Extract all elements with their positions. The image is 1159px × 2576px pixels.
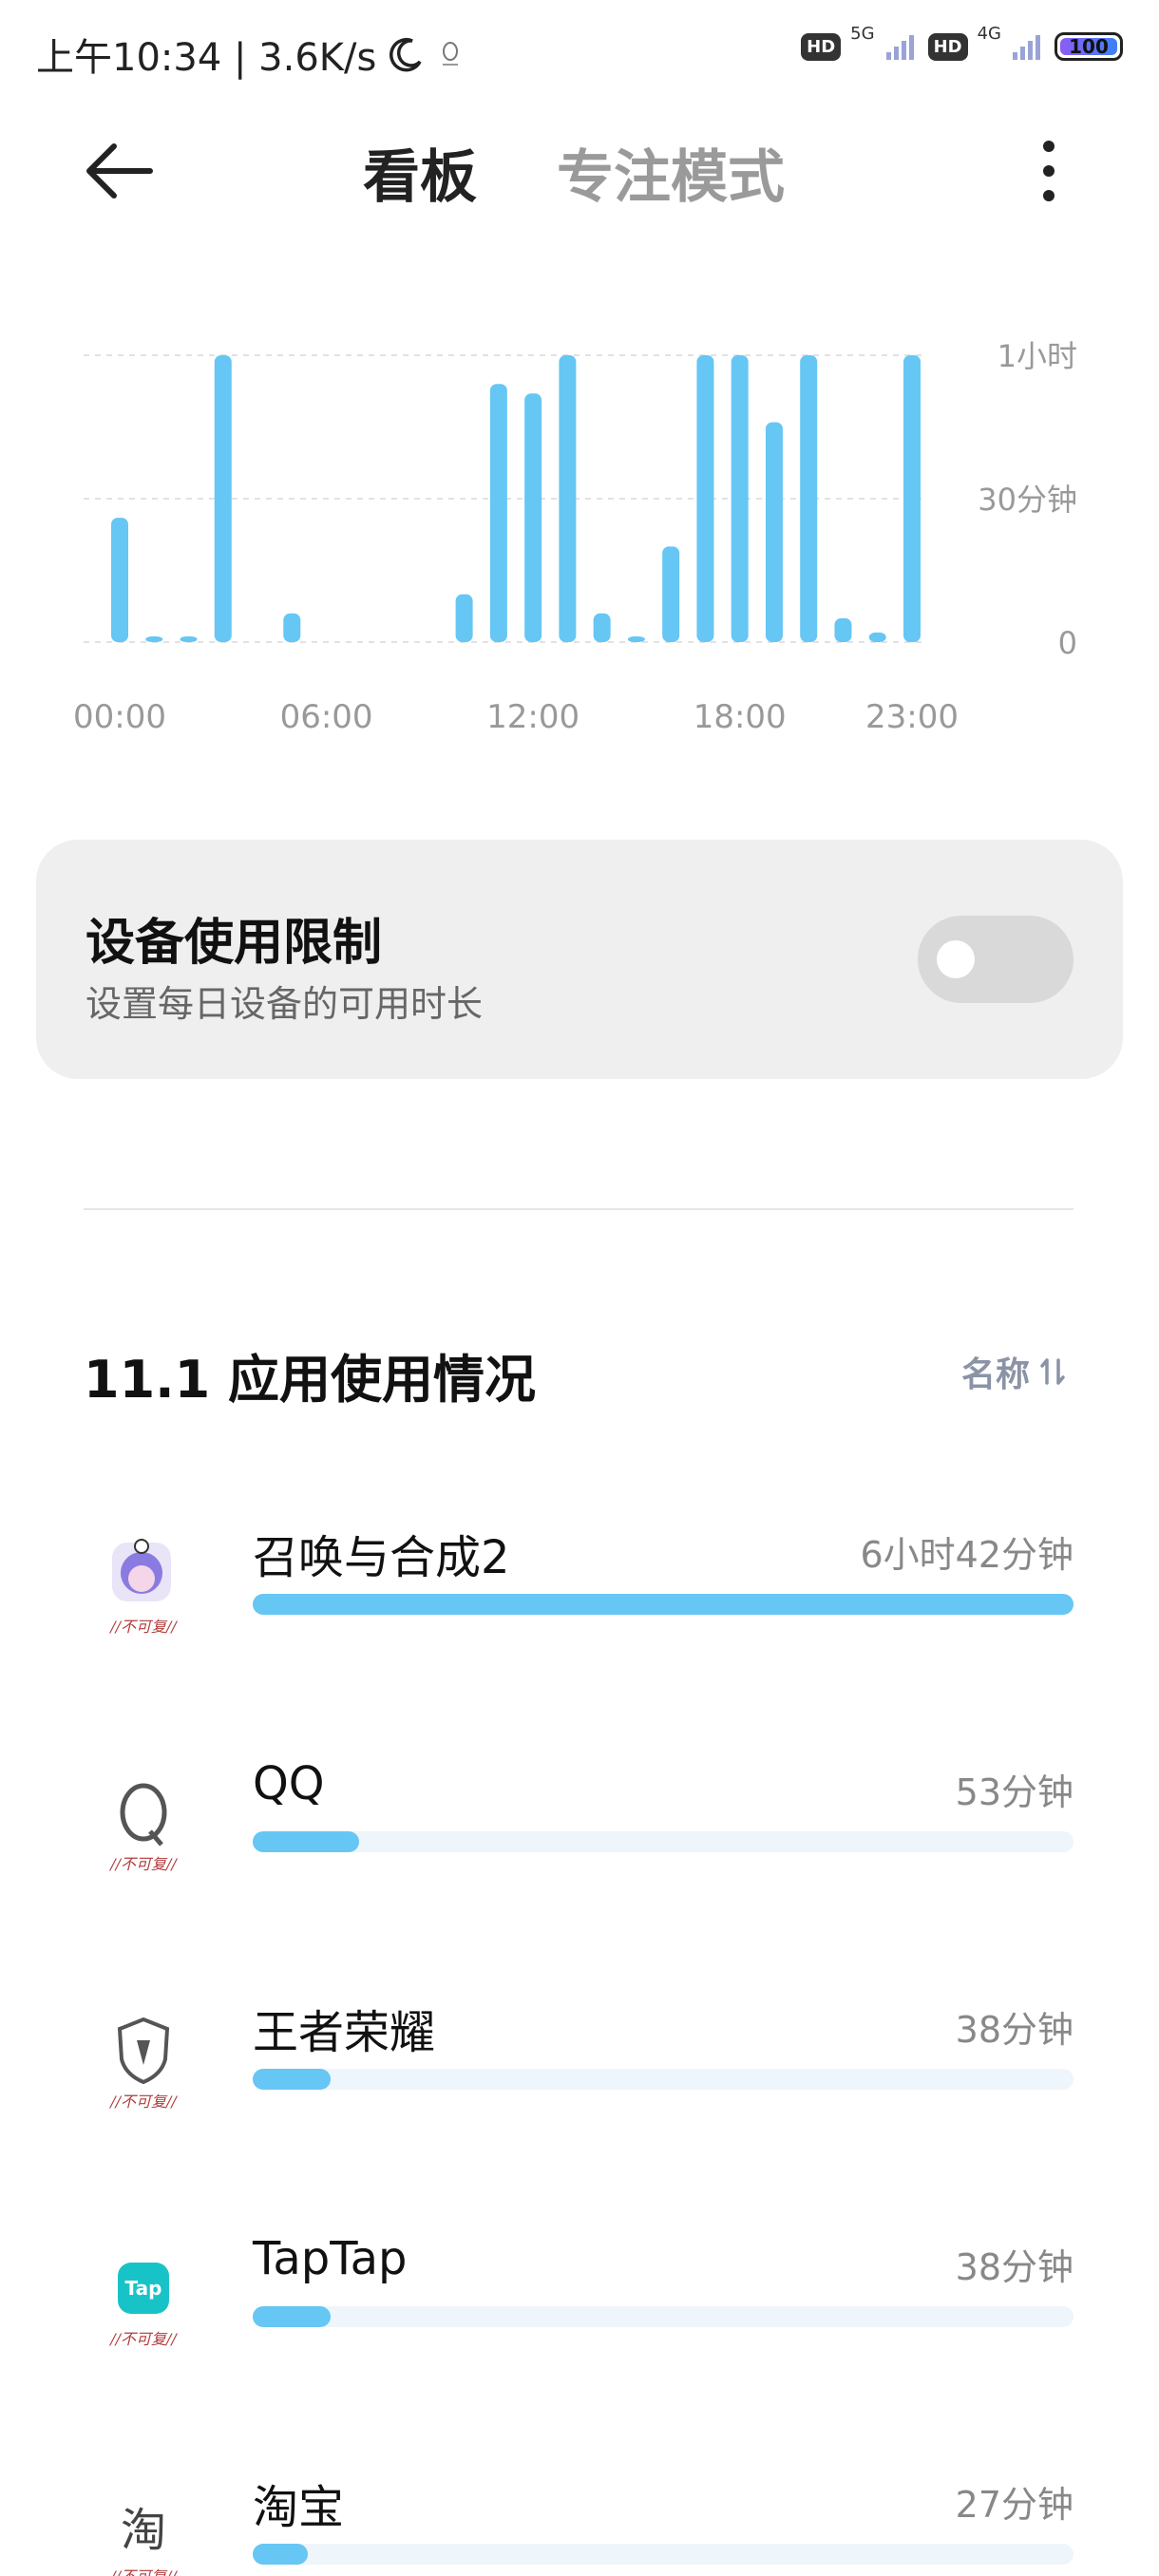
more-vertical-icon[interactable]	[1030, 137, 1068, 205]
honor-of-kings-app-icon: //不可复//	[108, 2017, 178, 2111]
app-time: 53分钟	[955, 1771, 1074, 1813]
y-tick-label: 30分钟	[978, 482, 1077, 518]
taptap-app-icon: Tap //不可复//	[108, 2263, 178, 2348]
app-time: 38分钟	[955, 2246, 1074, 2288]
app-name: QQ	[253, 1757, 325, 1810]
app-row[interactable]: //不可复// 召唤与合成2 6小时42分钟	[0, 1520, 1159, 1729]
x-tick-label: 06:00	[280, 698, 373, 736]
tab-focus-mode[interactable]: 专注模式	[557, 131, 785, 214]
usage-section-title: 11.1 应用使用情况	[84, 1350, 537, 1410]
signal-icon-2	[1013, 35, 1040, 60]
hd-badge-2: HD	[927, 32, 968, 61]
app-name: TapTap	[253, 2232, 408, 2285]
x-tick-label: 12:00	[486, 698, 580, 736]
chart-bar	[903, 355, 921, 642]
limit-title: 设备使用限制	[86, 915, 383, 972]
signal-icon	[885, 35, 914, 60]
chart-bar	[627, 636, 645, 642]
chart-bar	[731, 355, 749, 642]
app-name: 召唤与合成2	[253, 1531, 510, 1584]
sort-label: 名称	[961, 1355, 1031, 1394]
moon-icon	[390, 37, 422, 72]
chart-bar	[111, 518, 128, 642]
chart-bar	[559, 355, 577, 642]
svg-text://不可复//: //不可复//	[108, 2093, 178, 2111]
app-time: 6小时42分钟	[860, 1534, 1074, 1576]
usage-progress-bar	[253, 2306, 332, 2327]
chart-bar	[593, 613, 611, 642]
chart-bar	[283, 613, 301, 642]
svg-text://不可复//: //不可复//	[108, 2567, 178, 2576]
limit-subtitle: 设置每日设备的可用时长	[86, 983, 484, 1025]
app-time: 38分钟	[955, 2009, 1074, 2051]
summon-merge-app-icon: //不可复//	[108, 1539, 178, 1636]
x-tick-label: 00:00	[73, 698, 166, 736]
chart-bar	[214, 355, 232, 642]
usage-progress-track	[253, 2069, 1074, 2090]
app-name: 淘宝	[253, 2481, 345, 2534]
app-row[interactable]: Tap //不可复// TapTap 38分钟	[0, 2232, 1159, 2441]
status-bar: 上午10:34 | 3.6K/s HD 5G HD 4G 100	[0, 0, 1159, 104]
chart-bar	[765, 422, 783, 642]
chart-bar	[868, 632, 886, 642]
tab-dashboard[interactable]: 看板	[363, 131, 477, 214]
network-type-label: 5G	[850, 23, 875, 44]
svg-text://不可复//: //不可复//	[108, 2330, 178, 2348]
x-tick-label: 18:00	[694, 698, 787, 736]
usage-progress-bar	[253, 1831, 360, 1852]
chart-bar	[834, 617, 852, 642]
divider	[84, 1208, 1074, 1210]
limit-toggle[interactable]	[918, 916, 1074, 1003]
battery-level: 100	[1069, 35, 1109, 58]
svg-text://不可复//: //不可复//	[108, 1855, 178, 1873]
y-tick-label: 0	[1058, 625, 1077, 661]
svg-text://不可复//: //不可复//	[108, 1618, 178, 1636]
sort-icon	[1040, 1358, 1065, 1385]
toggle-knob	[937, 940, 975, 978]
usage-progress-track	[253, 1594, 1074, 1615]
device-limit-card[interactable]: 设备使用限制 设置每日设备的可用时长	[36, 840, 1123, 1079]
sort-button[interactable]: 名称	[961, 1347, 1066, 1396]
network-type-label-2: 4G	[977, 23, 1001, 44]
app-time: 27分钟	[955, 2484, 1074, 2526]
header: 看板 专注模式	[0, 114, 1159, 228]
chart-bar	[489, 384, 507, 642]
usage-progress-bar	[253, 2544, 308, 2565]
svg-text:淘: 淘	[121, 2504, 166, 2557]
app-row[interactable]: 淘 //不可复// 淘宝 27分钟	[0, 2470, 1159, 2576]
hourly-usage-chart: 1小时 30分钟 0 00:00 06:00 12:00 18:00 23:00	[73, 338, 1077, 736]
y-tick-label: 1小时	[998, 338, 1077, 374]
battery-icon: 100	[1054, 32, 1123, 61]
usage-progress-track	[253, 2544, 1074, 2565]
x-tick-label: 23:00	[865, 698, 959, 736]
qq-app-icon: //不可复//	[108, 1783, 178, 1873]
back-arrow-icon[interactable]	[82, 141, 158, 201]
chart-bar	[662, 546, 680, 642]
chart-bar	[455, 594, 473, 642]
usage-progress-bar	[253, 1594, 1074, 1615]
chart-bar	[145, 636, 163, 642]
app-row[interactable]: //不可复// QQ 53分钟	[0, 1757, 1159, 1966]
svg-text:Tap: Tap	[125, 2277, 162, 2300]
qq-notification-icon	[443, 42, 459, 66]
usage-progress-track	[253, 2306, 1074, 2327]
taobao-app-icon: 淘 //不可复//	[108, 2504, 178, 2576]
hd-badge: HD	[801, 32, 842, 61]
chart-bar	[800, 355, 818, 642]
chart-bar	[696, 355, 714, 642]
chart-bar	[524, 393, 542, 642]
chart-bar	[180, 636, 198, 642]
app-row[interactable]: //不可复// 王者荣耀 38分钟	[0, 1995, 1159, 2204]
status-time-speed: 上午10:34 | 3.6K/s	[36, 36, 377, 80]
usage-progress-bar	[253, 2069, 332, 2090]
usage-progress-track	[253, 1831, 1074, 1852]
app-name: 王者荣耀	[253, 2006, 436, 2059]
